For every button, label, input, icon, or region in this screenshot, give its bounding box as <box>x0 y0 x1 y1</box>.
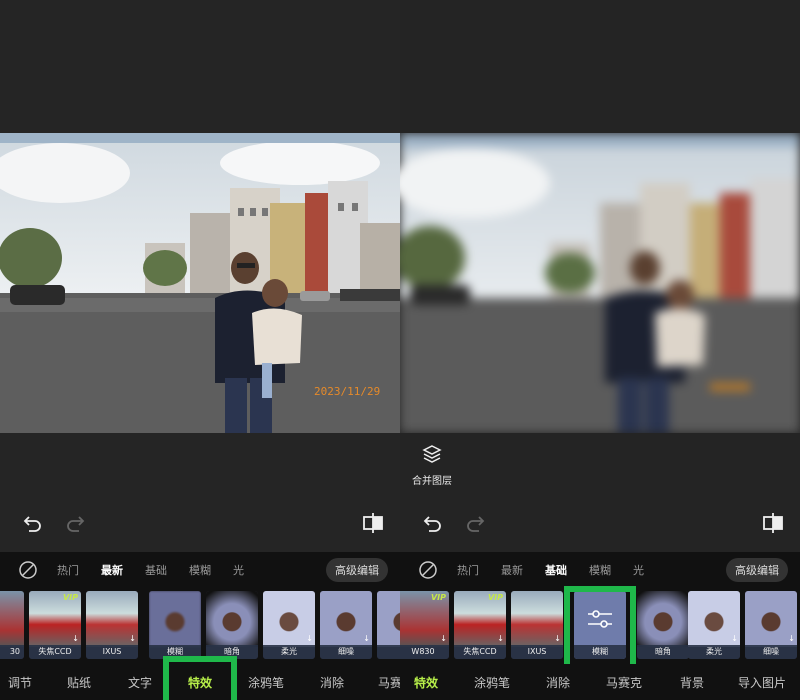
download-icon: ↓ <box>129 634 136 643</box>
nav-text[interactable]: 文字 <box>128 674 152 691</box>
download-icon: ↓ <box>554 634 561 643</box>
left-editor-screen: 2023/11/29 热门 最新 基础 模糊 光 高级编辑 30 VIP ↓ 失… <box>0 0 400 700</box>
merge-layers-icon <box>422 445 442 463</box>
right-editor-screen: 合并图层 热门 最新 基础 模糊 光 高级编辑 VIP ↓ W830 VIP ↓… <box>400 0 800 700</box>
effect-thumb-label: 细噪 <box>745 645 797 659</box>
download-icon: ↓ <box>731 634 738 643</box>
nav-background[interactable]: 背景 <box>680 674 704 691</box>
nav-eraser[interactable]: 消除 <box>546 674 570 691</box>
effect-thumb[interactable]: ↓ IXUS <box>511 591 563 659</box>
effect-category-tabs: 热门 最新 基础 模糊 光 高级编辑 <box>400 552 800 588</box>
no-effect-icon[interactable] <box>18 560 38 580</box>
effect-thumb[interactable]: ↓ 细噪 <box>745 591 797 659</box>
tab-basic[interactable]: 基础 <box>545 562 567 578</box>
tab-light[interactable]: 光 <box>633 562 644 578</box>
compare-button[interactable] <box>360 510 386 536</box>
vip-badge: VIP <box>430 593 446 602</box>
nav-mosaic[interactable]: 马赛 <box>378 674 400 691</box>
effect-thumb[interactable]: 暗角 <box>206 591 258 659</box>
tab-latest[interactable]: 最新 <box>101 562 123 578</box>
compare-icon <box>363 513 383 533</box>
effect-thumb[interactable] <box>377 591 400 659</box>
vip-badge: VIP <box>62 593 78 602</box>
effect-thumb[interactable]: 暗角 <box>637 591 689 659</box>
advanced-edit-button[interactable]: 高级编辑 <box>726 558 788 582</box>
effect-thumb-label: 暗角 <box>637 645 689 659</box>
tab-hot[interactable]: 热门 <box>57 562 79 578</box>
undo-icon <box>423 516 441 532</box>
effect-thumb[interactable]: 模糊 <box>149 591 201 659</box>
redo-icon <box>467 516 485 532</box>
effect-thumb-label <box>377 645 400 659</box>
download-icon: ↓ <box>363 634 370 643</box>
effect-thumb-label: 柔光 <box>688 645 740 659</box>
effect-thumb-label: 30 <box>0 645 24 659</box>
effect-thumb-label: 柔光 <box>263 645 315 659</box>
nav-sticker[interactable]: 贴纸 <box>67 674 91 691</box>
tab-basic[interactable]: 基础 <box>145 562 167 578</box>
effect-thumb-label: IXUS <box>511 645 563 659</box>
download-icon: ↓ <box>440 634 447 643</box>
compare-icon <box>763 513 783 533</box>
undo-button[interactable] <box>20 510 46 536</box>
effect-category-tabs: 热门 最新 基础 模糊 光 高级编辑 <box>0 552 400 588</box>
photo-preview-blurred <box>400 133 800 433</box>
effect-thumbnail-strip: 30 VIP ↓ 失焦CCD ↓ IXUS 模糊 暗角 ↓ 柔光 ↓ 细噪 <box>0 588 400 664</box>
no-effect-icon[interactable] <box>418 560 438 580</box>
photo-preview: 2023/11/29 <box>0 133 400 433</box>
effect-thumb[interactable]: 30 <box>0 591 24 659</box>
download-icon: ↓ <box>497 634 504 643</box>
nav-doodle-pen[interactable]: 涂鸦笔 <box>248 674 284 691</box>
undo-button[interactable] <box>420 510 446 536</box>
nav-effects[interactable]: 特效 <box>414 674 438 691</box>
bottom-toolbar: 特效 涂鸦笔 消除 马赛克 背景 导入图片 <box>400 664 800 700</box>
redo-button[interactable] <box>462 510 488 536</box>
merge-layers-button[interactable]: 合并图层 <box>400 444 464 487</box>
tab-light[interactable]: 光 <box>233 562 244 578</box>
tab-blur[interactable]: 模糊 <box>189 562 211 578</box>
nav-import-image[interactable]: 导入图片 <box>738 674 786 691</box>
effect-thumb-label: 失焦CCD <box>454 645 506 659</box>
tab-blur[interactable]: 模糊 <box>589 562 611 578</box>
redo-button[interactable] <box>62 510 88 536</box>
compare-button[interactable] <box>760 510 786 536</box>
download-icon: ↓ <box>788 634 795 643</box>
effect-thumb[interactable]: ↓ 柔光 <box>263 591 315 659</box>
vip-badge: VIP <box>487 593 503 602</box>
nav-mosaic[interactable]: 马赛克 <box>606 674 642 691</box>
advanced-edit-button[interactable]: 高级编辑 <box>326 558 388 582</box>
effect-thumb[interactable]: ↓ IXUS <box>86 591 138 659</box>
effect-thumb-label: 细噪 <box>320 645 372 659</box>
nav-doodle-pen[interactable]: 涂鸦笔 <box>474 674 510 691</box>
tab-latest[interactable]: 最新 <box>501 562 523 578</box>
effect-thumb[interactable]: ↓ 细噪 <box>320 591 372 659</box>
comparison-screenshot: 2023/11/29 热门 最新 基础 模糊 光 高级编辑 30 VIP ↓ 失… <box>0 0 800 700</box>
highlight-box-effects <box>163 656 237 700</box>
redo-icon <box>67 516 85 532</box>
effect-thumb-vip[interactable]: VIP ↓ 失焦CCD <box>29 591 81 659</box>
undo-icon <box>23 516 41 532</box>
effect-thumb-vip[interactable]: VIP ↓ 失焦CCD <box>454 591 506 659</box>
effect-thumb[interactable]: ↓ 柔光 <box>688 591 740 659</box>
street-photo-blurred <box>400 133 800 433</box>
highlight-box-blur <box>564 586 636 676</box>
nav-adjust[interactable]: 调节 <box>8 674 32 691</box>
photo-date-stamp: 2023/11/29 <box>314 385 381 398</box>
download-icon: ↓ <box>72 634 79 643</box>
merge-layers-label: 合并图层 <box>412 476 452 487</box>
nav-eraser[interactable]: 消除 <box>320 674 344 691</box>
effect-thumb-label: 失焦CCD <box>29 645 81 659</box>
effect-thumb-label: IXUS <box>86 645 138 659</box>
effect-thumb-label: W830 <box>400 645 449 659</box>
effect-thumb-vip[interactable]: VIP ↓ W830 <box>400 591 449 659</box>
download-icon: ↓ <box>306 634 313 643</box>
tab-hot[interactable]: 热门 <box>457 562 479 578</box>
